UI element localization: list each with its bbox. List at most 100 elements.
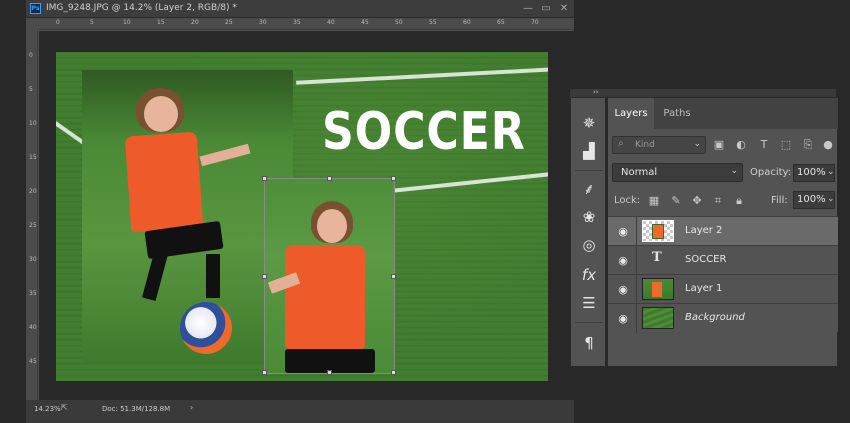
kind-filter-label: Kind	[635, 140, 655, 150]
adjustment-filter-icon[interactable]: ◐	[733, 137, 749, 153]
layer-name[interactable]: SOCCER	[685, 254, 726, 265]
transform-handle[interactable]	[391, 370, 396, 375]
tab-layers[interactable]: Layers	[608, 98, 654, 129]
status-menu-arrow-icon[interactable]: ›	[190, 403, 193, 412]
layer-kind-filter[interactable]: ⌕ Kind ⌄	[612, 136, 706, 154]
thumbnail-image	[652, 224, 664, 239]
field-line	[296, 67, 548, 85]
layer-row-layer-2[interactable]: ◉ Layer 2	[608, 216, 838, 246]
ruler-tick-label: 30	[259, 19, 267, 26]
color-icon[interactable]: ❀	[578, 206, 600, 228]
ruler-tick-label: 50	[395, 19, 403, 26]
transform-handle[interactable]	[262, 176, 267, 181]
ruler-tick-label: 40	[29, 324, 37, 331]
canvas-area[interactable]: SOCCER	[39, 31, 574, 400]
type-filter-icon[interactable]: T	[756, 137, 772, 153]
chevron-down-icon: ⌄	[730, 166, 738, 176]
layer-thumbnail[interactable]	[642, 278, 674, 300]
canvas-image[interactable]: SOCCER	[56, 52, 548, 381]
ruler-tick-label: 40	[327, 19, 335, 26]
document-tab[interactable]: Ps IMG_9248.JPG @ 14.2% (Layer 2, RGB/8)…	[26, 0, 574, 18]
document-title[interactable]: IMG_9248.JPG @ 14.2% (Layer 2, RGB/8) *	[46, 3, 237, 13]
ruler-tick-label: 45	[361, 19, 369, 26]
ruler-tick-label: 65	[497, 19, 505, 26]
chevron-down-icon[interactable]: ⌄	[827, 167, 835, 177]
layer-thumbnail[interactable]	[642, 220, 674, 242]
layers-panel: Layers Paths ⌕ Kind ⌄ ▣ ◐ T ⬚ ⎘ ● Normal…	[607, 97, 838, 367]
adjustments-icon[interactable]: ☰	[578, 292, 600, 314]
document-window: Ps IMG_9248.JPG @ 14.2% (Layer 2, RGB/8)…	[26, 0, 574, 423]
lock-artboard-icon[interactable]: ⌗	[710, 193, 726, 209]
lock-transparency-icon[interactable]: ▦	[646, 193, 662, 209]
layer-name[interactable]: Layer 1	[685, 283, 722, 294]
layer-row-background[interactable]: ◉ Background	[608, 303, 838, 333]
divider	[636, 275, 637, 304]
collapse-icon[interactable]: ››	[593, 88, 599, 96]
field-line	[386, 170, 548, 194]
lock-all-icon[interactable]: 🔒︎	[731, 193, 747, 209]
transform-handle[interactable]	[391, 176, 396, 181]
shape-filter-icon[interactable]: ⬚	[778, 137, 794, 153]
close-button[interactable]: ✕	[556, 2, 572, 15]
transform-handle[interactable]	[391, 274, 396, 279]
ruler-tick-label: 35	[29, 290, 37, 297]
share-icon[interactable]: ⇱	[61, 403, 68, 412]
transform-bounding-box[interactable]	[262, 176, 396, 375]
transform-handle[interactable]	[327, 176, 332, 181]
ruler-tick-label: 25	[225, 19, 233, 26]
transform-handle[interactable]	[262, 370, 267, 375]
layer-1-photo[interactable]	[82, 70, 293, 362]
filter-toggle-icon[interactable]: ●	[820, 137, 836, 153]
ruler-origin[interactable]	[26, 18, 38, 30]
kid-face	[144, 96, 178, 132]
fill-label: Fill:	[771, 195, 788, 206]
lock-pixels-brush-icon[interactable]: ✎	[668, 193, 684, 209]
chevron-down-icon: ⌄	[693, 139, 701, 149]
ruler-tick-label: 55	[429, 19, 437, 26]
layer-name[interactable]: Layer 2	[685, 225, 722, 236]
tab-paths[interactable]: Paths	[656, 98, 698, 129]
ruler-tick-label: 0	[56, 19, 60, 26]
document-size[interactable]: Doc: 51.3M/128.8M	[102, 405, 170, 413]
layer-name[interactable]: Background	[685, 312, 745, 323]
vertical-ruler[interactable]: 0 5 10 15 20 25 30 35 40 45	[26, 30, 38, 400]
visibility-eye-icon[interactable]: ◉	[616, 254, 630, 267]
panel-dock-header[interactable]	[570, 89, 836, 97]
visibility-eye-icon[interactable]: ◉	[616, 283, 630, 296]
search-icon: ⌕	[618, 138, 624, 149]
ruler-tick-label: 35	[293, 19, 301, 26]
soccer-ball	[180, 302, 232, 354]
visibility-eye-icon[interactable]: ◉	[616, 225, 630, 238]
type-layer-icon: T	[652, 250, 662, 265]
pixel-filter-icon[interactable]: ▣	[711, 137, 727, 153]
horizontal-ruler[interactable]: 0 5 10 15 20 25 30 35 40 45 50 55 60 65 …	[38, 18, 574, 30]
status-bar: 14.23% ⇱ Doc: 51.3M/128.8M ›	[26, 400, 574, 423]
styles-fx-icon[interactable]: fx	[578, 264, 600, 286]
layer-row-soccer[interactable]: ◉ T SOCCER	[608, 245, 838, 275]
layer-thumbnail[interactable]	[642, 307, 674, 329]
zoom-level[interactable]: 14.23%	[34, 405, 61, 413]
lock-position-icon[interactable]: ✥	[689, 193, 705, 209]
kid-sock	[142, 251, 168, 301]
kid-arm	[199, 143, 251, 167]
photoshop-workspace: Ps IMG_9248.JPG @ 14.2% (Layer 2, RGB/8)…	[0, 0, 850, 423]
transform-handle[interactable]	[327, 370, 332, 375]
ruler-tick-label: 10	[123, 19, 131, 26]
blend-mode-select[interactable]: Normal ⌄	[612, 163, 743, 182]
kid-jersey	[124, 131, 204, 233]
layer-row-layer-1[interactable]: ◉ Layer 1	[608, 274, 838, 304]
transform-handle[interactable]	[262, 274, 267, 279]
minimize-button[interactable]: —	[520, 2, 536, 15]
histogram-icon[interactable]: ▟	[578, 140, 600, 162]
smart-object-filter-icon[interactable]: ⎘	[800, 137, 816, 153]
tools-icon[interactable]: ⸙	[578, 178, 600, 200]
soccer-text-layer[interactable]: SOCCER	[322, 102, 526, 162]
visibility-eye-icon[interactable]: ◉	[616, 312, 630, 325]
maximize-button[interactable]: ▭	[538, 2, 554, 15]
kid-sock	[206, 254, 220, 298]
chevron-down-icon[interactable]: ⌄	[827, 194, 835, 204]
libraries-icon[interactable]: ◎	[578, 234, 600, 256]
photoshop-logo-icon: Ps	[30, 3, 41, 14]
paragraph-icon[interactable]: ¶	[578, 332, 600, 354]
navigator-icon[interactable]: ✵	[578, 112, 600, 134]
